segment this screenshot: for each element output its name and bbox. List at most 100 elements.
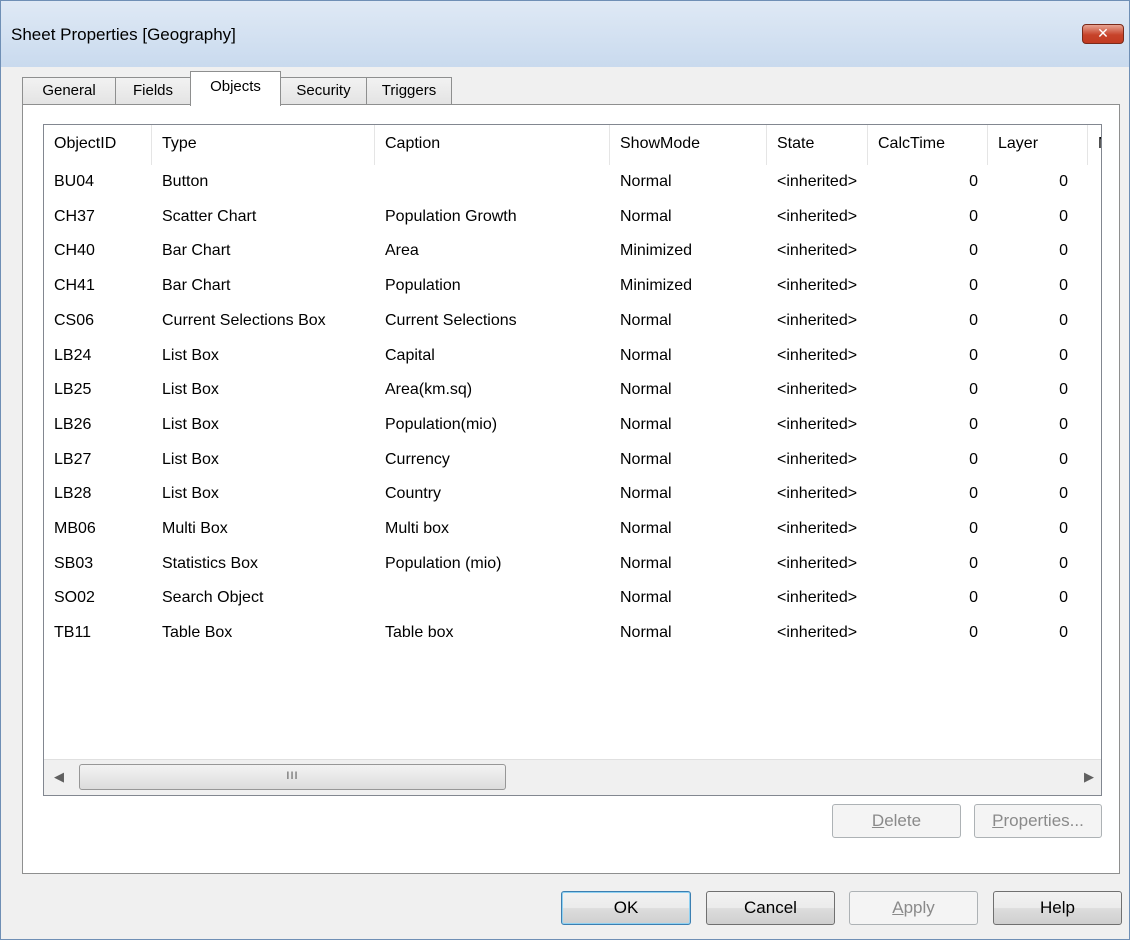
cell-showmode: Normal (620, 346, 672, 364)
table-row[interactable]: BU04 Button Normal <inherited> 0 0 (44, 165, 1101, 199)
scroll-right-icon[interactable]: ▶ (1084, 769, 1094, 785)
cell-showmode: Normal (620, 450, 672, 468)
cell-calctime: 0 (969, 624, 978, 642)
apply-button[interactable]: Apply (849, 891, 978, 925)
cell-showmode: Normal (620, 589, 672, 607)
cell-objectid: TB11 (54, 624, 92, 642)
tab-objects[interactable]: Objects (190, 71, 281, 106)
tab-security[interactable]: Security (280, 77, 367, 105)
cell-objectid: LB27 (54, 450, 92, 468)
grip-icon: III (286, 770, 299, 782)
table-row[interactable]: SB03 Statistics Box Population (mio) Normal… (44, 547, 1101, 581)
column-header-layer[interactable]: Layer (988, 125, 1088, 165)
cell-type: List Box (162, 381, 219, 399)
table-row[interactable]: CH40 Bar Chart Area Minimized <inherited> 0 0 (44, 234, 1101, 268)
delete-button[interactable]: Delete (832, 804, 961, 838)
column-header-type[interactable]: Type (152, 125, 375, 165)
cell-caption: Country (385, 485, 442, 503)
cell-layer: 0 (1059, 485, 1068, 503)
cell-layer: 0 (1059, 589, 1068, 607)
cell-caption: Area(km.sq) (385, 381, 473, 399)
objects-list[interactable]: ObjectID Type Caption ShowMode State Cal… (43, 124, 1102, 796)
cell-layer: 0 (1059, 346, 1068, 364)
properties-label: roperties... (1003, 811, 1084, 830)
table-row[interactable]: CH37 Scatter Chart Population Growth Normal… (44, 200, 1101, 234)
cell-caption: Population (mio) (385, 554, 502, 572)
cell-type: Scatter Chart (162, 207, 257, 225)
cell-showmode: Normal (620, 485, 672, 503)
cell-calctime: 0 (969, 277, 978, 295)
delete-label: elete (884, 811, 922, 830)
cell-caption: Table box (385, 624, 454, 642)
window-title: Sheet Properties [Geography] (11, 25, 236, 44)
cell-type: List Box (162, 485, 219, 503)
cell-calctime: 0 (969, 450, 978, 468)
cell-objectid: CH40 (54, 242, 95, 260)
cell-caption: Population(mio) (385, 415, 498, 433)
cancel-button[interactable]: Cancel (706, 891, 835, 925)
cell-caption: Multi box (385, 520, 450, 537)
table-row[interactable]: TB11 Table Box Table box Normal <inherited> 0… (44, 616, 1101, 650)
cell-layer: 0 (1059, 415, 1068, 433)
column-header-showmode[interactable]: ShowMode (610, 125, 767, 165)
properties-mnemonic: P (992, 811, 1004, 830)
cell-showmode: Normal (620, 624, 672, 642)
table-row[interactable]: MB06 Multi Box Multi box Normal <inherited> 0… (44, 512, 1101, 546)
cell-calctime: 0 (969, 554, 978, 572)
cell-objectid: LB24 (54, 346, 92, 364)
cell-type: List Box (162, 415, 219, 433)
cell-layer: 0 (1059, 381, 1068, 399)
table-row[interactable]: LB25 List Box Area(km.sq) Normal <inherited>… (44, 373, 1101, 407)
cell-objectid: CS06 (54, 311, 95, 329)
cell-type: Current Selections Box (162, 311, 326, 329)
cell-showmode: Minimized (620, 277, 693, 295)
cell-calctime: 0 (969, 589, 978, 607)
cell-caption: Population (385, 277, 461, 295)
scrollbar-thumb[interactable]: III (79, 764, 506, 790)
column-header-m[interactable]: M (1088, 125, 1101, 165)
table-row[interactable]: LB28 List Box Country Normal <inherited> 0 0 (44, 477, 1101, 511)
cell-objectid: SO02 (54, 589, 95, 607)
cell-calctime: 0 (969, 415, 978, 433)
scroll-left-icon[interactable]: ◀ (54, 769, 64, 785)
apply-mnemonic: A (892, 898, 904, 917)
table-row[interactable]: CS06 Current Selections Box Current Select… (44, 304, 1101, 338)
cell-showmode: Normal (620, 415, 672, 433)
cell-calctime: 0 (969, 485, 978, 503)
tab-triggers[interactable]: Triggers (366, 77, 452, 105)
tab-general[interactable]: General (22, 77, 116, 105)
title-bar[interactable]: Sheet Properties [Geography] ✕ (1, 1, 1129, 67)
table-row[interactable]: SO02 Search Object Normal <inherited> 0 0 (44, 581, 1101, 615)
cell-showmode: Normal (620, 311, 672, 329)
column-header-objectid[interactable]: ObjectID (44, 125, 152, 165)
apply-label: pply (903, 898, 935, 917)
column-header-state[interactable]: State (767, 125, 868, 165)
properties-button[interactable]: Properties... (974, 804, 1102, 838)
ok-button[interactable]: OK (561, 891, 691, 925)
cell-objectid: SB03 (54, 554, 94, 572)
horizontal-scrollbar[interactable]: ◀ III ▶ (44, 759, 1101, 795)
cell-objectid: LB26 (54, 415, 92, 433)
cell-showmode: Normal (620, 520, 672, 537)
table-row[interactable]: LB26 List Box Population(mio) Normal <inheri… (44, 408, 1101, 442)
table-row[interactable]: LB24 List Box Capital Normal <inherited> 0 0 (44, 339, 1101, 373)
cell-calctime: 0 (969, 311, 978, 329)
tab-fields[interactable]: Fields (115, 77, 191, 105)
cell-calctime: 0 (969, 242, 978, 260)
cell-caption: Current Selections (385, 311, 517, 329)
help-button[interactable]: Help (993, 891, 1122, 925)
cell-layer: 0 (1059, 520, 1068, 537)
cell-showmode: Normal (620, 554, 672, 572)
cell-type: List Box (162, 346, 219, 364)
table-row[interactable]: LB27 List Box Currency Normal <inherited> 0 0 (44, 443, 1101, 477)
column-header-calctime[interactable]: CalcTime (868, 125, 988, 165)
table-row[interactable]: CH41 Bar Chart Population Minimized <inherit… (44, 269, 1101, 303)
cell-caption: Capital (385, 346, 435, 364)
cell-calctime: 0 (969, 381, 978, 399)
cell-layer: 0 (1059, 242, 1068, 260)
column-header-caption[interactable]: Caption (375, 125, 610, 165)
cell-caption: Population Growth (385, 207, 517, 225)
cell-layer: 0 (1059, 624, 1068, 642)
close-button[interactable]: ✕ (1082, 24, 1124, 44)
cell-type: List Box (162, 450, 219, 468)
